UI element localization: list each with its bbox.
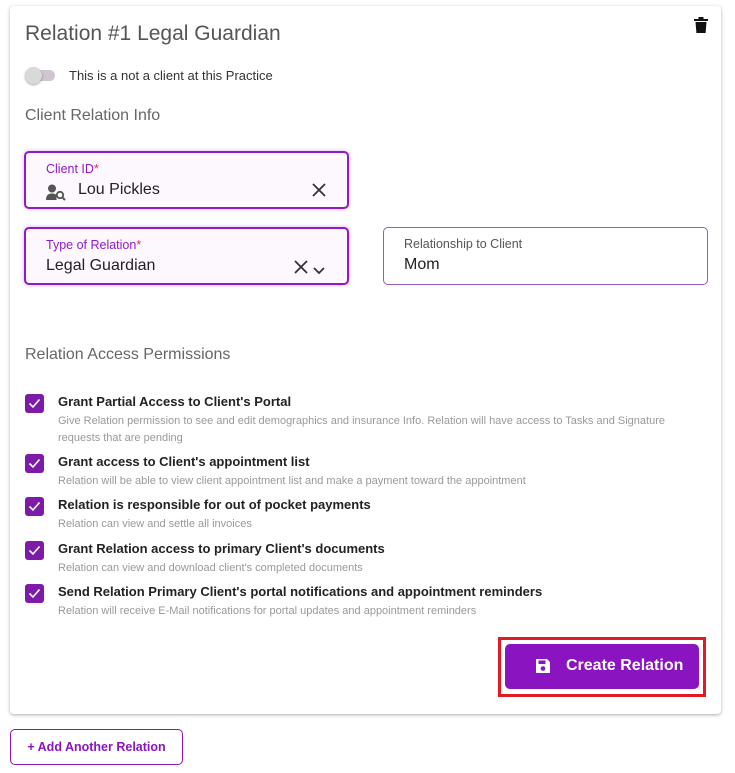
permission-description: Relation can view and download client's … [58, 562, 363, 574]
client-id-label: Client ID* [46, 162, 99, 176]
user-search-icon [46, 184, 66, 206]
permission-description: Relation will be able to view client app… [58, 475, 526, 487]
permission-title: Grant Relation access to primary Client'… [58, 541, 385, 556]
trash-icon[interactable] [694, 17, 708, 33]
not-client-toggle[interactable] [25, 67, 57, 84]
permission-description: Give Relation permission to see and edit… [58, 415, 665, 444]
permission-title: Grant Partial Access to Client's Portal [58, 394, 292, 409]
permission-checkbox[interactable] [25, 584, 44, 603]
type-of-relation-select[interactable]: Type of Relation* Legal Guardian [24, 227, 349, 285]
relationship-to-client-field[interactable]: Relationship to Client Mom [383, 227, 708, 285]
permission-checkbox[interactable] [25, 541, 44, 560]
add-another-relation-button[interactable]: + Add Another Relation [10, 729, 183, 765]
client-id-field[interactable]: Client ID* Lou Pickles [24, 151, 349, 209]
permission-checkbox[interactable] [25, 394, 44, 413]
create-relation-label: Create Relation [566, 657, 684, 674]
close-icon[interactable] [294, 260, 308, 279]
close-icon[interactable] [312, 183, 326, 202]
type-of-relation-value: Legal Guardian [46, 257, 156, 274]
permission-checkbox[interactable] [25, 497, 44, 516]
create-relation-button[interactable]: Create Relation [505, 644, 699, 689]
permission-description: Relation will receive E-Mail notificatio… [58, 605, 477, 617]
permission-description: Relation can view and settle all invoice… [58, 518, 252, 530]
permission-title: Send Relation Primary Client's portal no… [58, 584, 543, 599]
toggle-knob [25, 67, 42, 84]
relation-card: Relation #1 Legal Guardian This is a not… [10, 6, 721, 714]
card-title: Relation #1 Legal Guardian [25, 22, 281, 45]
permission-title: Relation is responsible for out of pocke… [58, 497, 371, 512]
client-id-value: Lou Pickles [78, 181, 160, 198]
not-client-toggle-label: This is a not a client at this Practice [69, 68, 273, 83]
chevron-down-icon[interactable] [313, 262, 325, 280]
type-of-relation-label: Type of Relation* [46, 238, 142, 252]
permission-checkbox[interactable] [25, 454, 44, 473]
relationship-to-client-value: Mom [404, 256, 440, 273]
section-title-relation-info: Client Relation Info [25, 107, 161, 124]
relationship-to-client-label: Relationship to Client [404, 237, 523, 251]
save-icon [535, 658, 551, 679]
section-title-permissions: Relation Access Permissions [25, 346, 231, 363]
permission-title: Grant access to Client's appointment lis… [58, 454, 310, 469]
